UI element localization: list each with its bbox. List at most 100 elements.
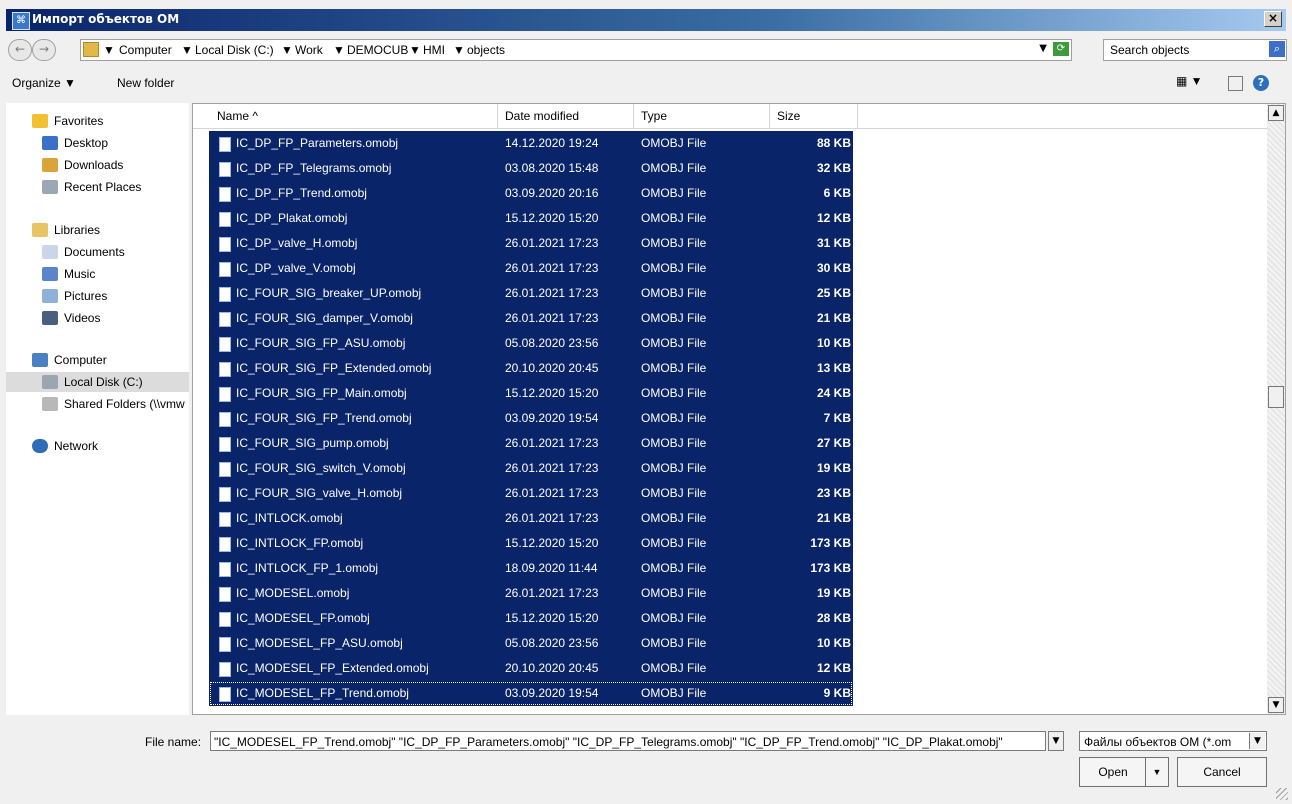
chevron-down-icon[interactable]: ▼ (1249, 733, 1265, 749)
file-icon (219, 162, 231, 177)
vertical-scrollbar[interactable]: ▲ ▼ (1267, 104, 1285, 714)
videos-icon (42, 311, 58, 325)
views-icon[interactable]: ▦ ▼ (1176, 74, 1203, 88)
nav-network[interactable]: Network (6, 436, 189, 456)
search-box[interactable]: Search objects ⌕ (1103, 39, 1287, 61)
file-size: 7 KB (823, 411, 851, 425)
help-icon[interactable]: ? (1253, 75, 1269, 91)
table-row[interactable]: IC_MODESEL_FP_Trend.omobj 03.09.2020 19:5… (209, 681, 853, 706)
nav-libraries[interactable]: Libraries (6, 220, 189, 240)
crumb-separator[interactable]: ▼ (409, 43, 421, 57)
file-type: OMOBJ File (641, 411, 707, 425)
crumb-separator[interactable]: ▼ (103, 43, 115, 57)
table-row[interactable]: IC_FOUR_SIG_FP_Trend.omobj 03.09.2020 19:… (209, 406, 853, 431)
nav-shared-folders[interactable]: Shared Folders (\\vmw (6, 394, 189, 414)
back-button[interactable]: ← (8, 39, 32, 61)
nav-favorites[interactable]: Favorites (6, 111, 189, 131)
network-icon (32, 439, 48, 453)
nav-computer[interactable]: Computer (6, 350, 189, 370)
network-drive-icon (42, 397, 58, 411)
table-row[interactable]: IC_FOUR_SIG_switch_V.omobj 26.01.2021 17:… (209, 456, 853, 481)
column-type[interactable]: Type (633, 104, 770, 128)
nav-music[interactable]: Music (6, 264, 189, 284)
address-dropdown-icon[interactable]: ▼ (1039, 43, 1047, 54)
table-row[interactable]: IC_FOUR_SIG_breaker_UP.omobj 26.01.2021 1… (209, 281, 853, 306)
file-type: OMOBJ File (641, 211, 707, 225)
scroll-thumb[interactable] (1268, 386, 1284, 408)
nav-pictures[interactable]: Pictures (6, 286, 189, 306)
file-size: 10 KB (816, 636, 851, 650)
file-type-select[interactable]: Файлы объектов ОМ (*.om ▼ (1079, 731, 1267, 751)
crumb-separator[interactable]: ▼ (453, 43, 465, 57)
search-input[interactable]: Search objects (1110, 43, 1189, 57)
file-icon (219, 262, 231, 277)
table-row[interactable]: IC_INTLOCK_FP_1.omobj 18.09.2020 11:44 OMO… (209, 556, 853, 581)
nav-desktop[interactable]: Desktop (6, 133, 189, 153)
resize-grip[interactable] (1276, 788, 1288, 800)
crumb-separator[interactable]: ▼ (181, 43, 193, 57)
crumb-separator[interactable]: ▼ (333, 43, 345, 57)
forward-button[interactable]: → (32, 39, 56, 61)
open-button[interactable]: Open ▼ (1079, 757, 1169, 787)
table-row[interactable]: IC_FOUR_SIG_FP_ASU.omobj 05.08.2020 23:56… (209, 331, 853, 356)
crumb-democub[interactable]: DEMOCUB (347, 43, 408, 57)
search-icon[interactable]: ⌕ (1269, 41, 1285, 57)
table-row[interactable]: IC_DP_FP_Parameters.omobj 14.12.2020 19:2… (209, 131, 853, 156)
crumb-work[interactable]: Work (295, 43, 323, 57)
file-icon (219, 187, 231, 202)
file-date: 05.08.2020 23:56 (505, 636, 599, 650)
open-split-dropdown[interactable]: ▼ (1145, 758, 1168, 786)
table-row[interactable]: IC_FOUR_SIG_FP_Main.omobj 15.12.2020 15:2… (209, 381, 853, 406)
close-button[interactable]: × (1264, 11, 1282, 27)
crumb-computer[interactable]: Computer (119, 43, 172, 57)
table-row[interactable]: IC_INTLOCK_FP.omobj 15.12.2020 15:20 OMOBJ… (209, 531, 853, 556)
new-folder-button[interactable]: New folder (117, 76, 174, 90)
table-row[interactable]: IC_FOUR_SIG_FP_Extended.omobj 20.10.2020 … (209, 356, 853, 381)
table-row[interactable]: IC_MODESEL.omobj 26.01.2021 17:23 OMOBJ Fi… (209, 581, 853, 606)
column-size[interactable]: Size (769, 104, 858, 128)
crumb-hmi[interactable]: HMI (423, 43, 445, 57)
file-size: 9 KB (823, 686, 851, 700)
nav-label: Pictures (64, 289, 108, 303)
file-icon (219, 137, 231, 152)
file-size: 12 KB (816, 211, 851, 225)
music-icon (42, 267, 58, 281)
preview-pane-icon[interactable] (1228, 76, 1243, 91)
table-row[interactable]: IC_DP_valve_H.omobj 26.01.2021 17:23 OMOBJ… (209, 231, 853, 256)
table-row[interactable]: IC_FOUR_SIG_pump.omobj 26.01.2021 17:23 OM… (209, 431, 853, 456)
scroll-up-button[interactable]: ▲ (1268, 105, 1284, 121)
address-bar[interactable]: ▼ Computer ▼ Local Disk (C:) ▼ Work ▼ DE… (80, 39, 1072, 61)
nav-recent-places[interactable]: Recent Places (6, 177, 189, 197)
table-row[interactable]: IC_MODESEL_FP_ASU.omobj 05.08.2020 23:56 O… (209, 631, 853, 656)
refresh-icon[interactable]: ⟳ (1053, 42, 1069, 56)
crumb-objects[interactable]: objects (467, 43, 505, 57)
table-row[interactable]: IC_FOUR_SIG_valve_H.omobj 26.01.2021 17:2… (209, 481, 853, 506)
table-row[interactable]: IC_DP_valve_V.omobj 26.01.2021 17:23 OMOBJ… (209, 256, 853, 281)
nav-downloads[interactable]: Downloads (6, 155, 189, 175)
file-name-input[interactable]: "IC_MODESEL_FP_Trend.omobj" "IC_DP_FP_Pa… (210, 731, 1046, 751)
nav-videos[interactable]: Videos (6, 308, 189, 328)
column-name[interactable]: Name ^ (209, 104, 498, 128)
table-row[interactable]: IC_FOUR_SIG_damper_V.omobj 26.01.2021 17:… (209, 306, 853, 331)
table-row[interactable]: IC_DP_FP_Trend.omobj 03.09.2020 20:16 OMOB… (209, 181, 853, 206)
table-row[interactable]: IC_INTLOCK.omobj 26.01.2021 17:23 OMOBJ Fi… (209, 506, 853, 531)
cancel-button[interactable]: Cancel (1177, 757, 1267, 787)
scroll-down-button[interactable]: ▼ (1268, 697, 1284, 713)
nav-local-disk[interactable]: Local Disk (C:) (6, 372, 189, 392)
table-row[interactable]: IC_MODESEL_FP.omobj 15.12.2020 15:20 OMOBJ… (209, 606, 853, 631)
crumb-separator[interactable]: ▼ (281, 43, 293, 57)
crumb-local-disk[interactable]: Local Disk (C:) (195, 43, 274, 57)
file-type: OMOBJ File (641, 486, 707, 500)
nav-documents[interactable]: Documents (6, 242, 189, 262)
table-row[interactable]: IC_MODESEL_FP_Extended.omobj 20.10.2020 2… (209, 656, 853, 681)
organize-button[interactable]: Organize ▼ (12, 76, 76, 90)
file-date: 03.09.2020 20:16 (505, 186, 599, 200)
file-date: 26.01.2021 17:23 (505, 486, 599, 500)
file-icon (219, 512, 231, 527)
table-row[interactable]: IC_DP_Plakat.omobj 15.12.2020 15:20 OMOBJ … (209, 206, 853, 231)
file-name: IC_FOUR_SIG_FP_Extended.omobj (236, 361, 432, 375)
table-row[interactable]: IC_DP_FP_Telegrams.omobj 03.08.2020 15:48… (209, 156, 853, 181)
file-name-dropdown[interactable]: ▼ (1048, 731, 1064, 751)
column-date-modified[interactable]: Date modified (497, 104, 634, 128)
file-size: 19 KB (816, 586, 851, 600)
